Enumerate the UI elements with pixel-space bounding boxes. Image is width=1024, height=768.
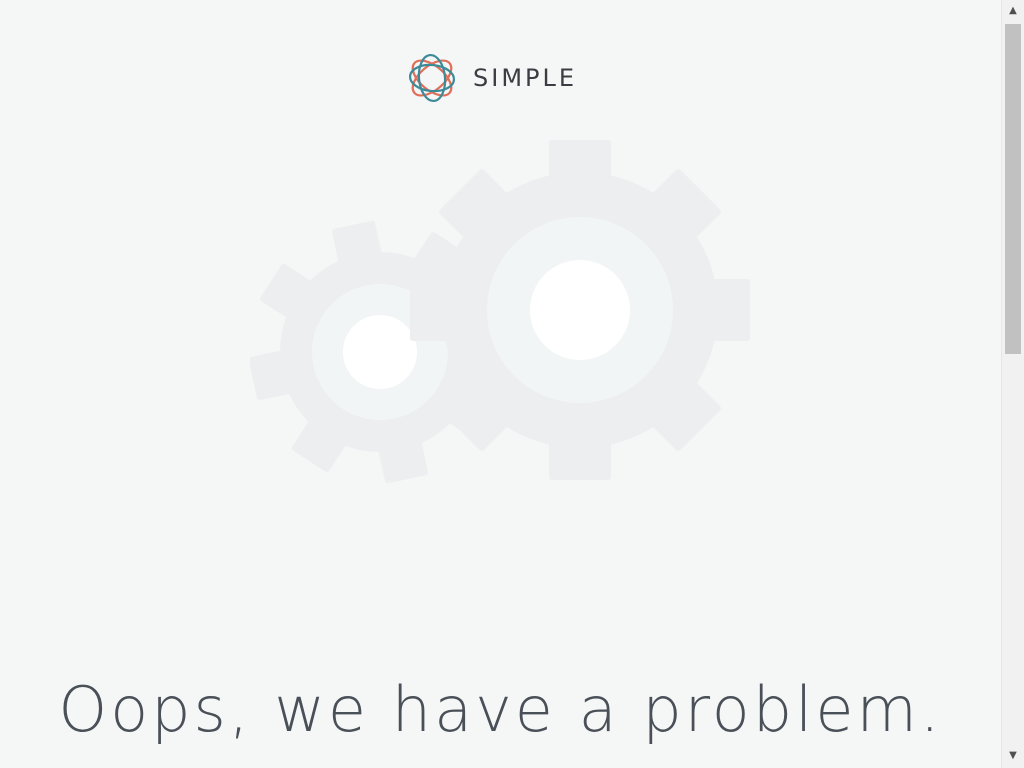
simple-logo[interactable]: SIMPLE — [405, 50, 577, 106]
scroll-down-arrow-icon[interactable]: ▼ — [1002, 747, 1024, 764]
gears-icon — [250, 140, 750, 484]
page-viewport: SIMPLE Oops, we have a problem. — [0, 0, 1001, 768]
vertical-scrollbar[interactable]: ▲ ▼ — [1001, 0, 1024, 768]
error-headline: Oops, we have a problem. — [58, 673, 943, 746]
large-gear-icon — [410, 140, 750, 480]
simple-logo-text: SIMPLE — [473, 64, 578, 92]
scroll-up-arrow-icon[interactable]: ▲ — [1002, 2, 1024, 19]
scroll-thumb[interactable] — [1005, 24, 1021, 354]
simple-logo-mark-icon — [408, 53, 456, 103]
